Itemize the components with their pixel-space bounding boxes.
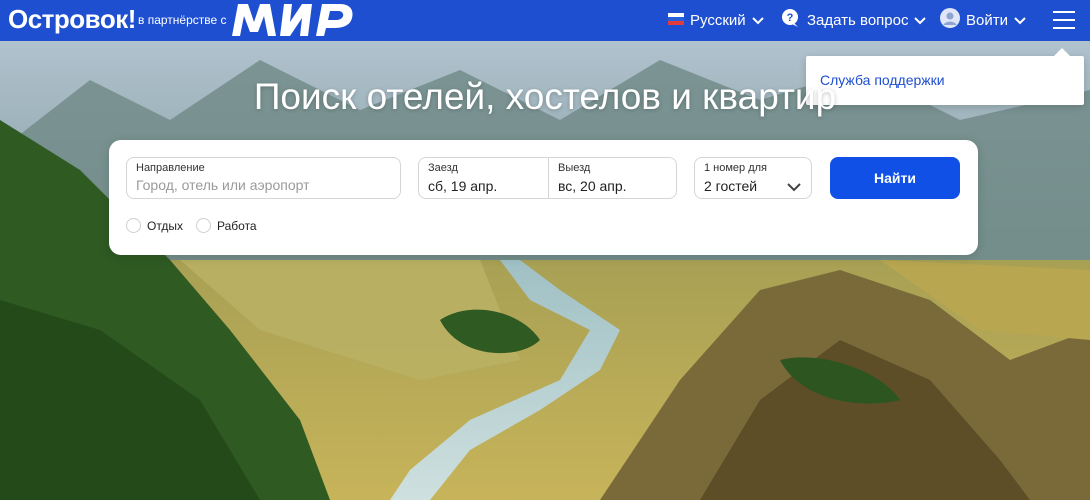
search-panel: Направление Заезд сб, 19 апр. Выезд вс, … [109, 140, 978, 255]
checkout-field[interactable]: Выезд вс, 20 апр. [549, 158, 678, 198]
partner-text: в партнёрстве с [138, 13, 227, 27]
language-selector[interactable]: Русский [668, 10, 764, 30]
mir-logo [232, 4, 353, 36]
login-label: Войти [966, 11, 1008, 29]
search-submit-button[interactable]: Найти [830, 157, 960, 199]
guests-selector[interactable]: 1 номер для 2 гостей [694, 157, 812, 199]
radio-circle-icon [196, 218, 211, 233]
trip-type-label: Работа [217, 218, 257, 233]
trip-type-leisure-radio[interactable]: Отдых [126, 218, 183, 233]
hamburger-menu-icon[interactable] [1053, 11, 1075, 29]
destination-input[interactable] [136, 177, 386, 193]
ask-question-button[interactable]: ? Задать вопрос [781, 8, 927, 32]
ask-question-label: Задать вопрос [807, 11, 909, 29]
page-title: Поиск отелей, хостелов и квартир [253, 76, 837, 117]
language-label: Русский [690, 11, 746, 29]
checkin-value: сб, 19 апр. [428, 178, 498, 194]
destination-field[interactable]: Направление [126, 157, 401, 199]
checkout-label: Выезд [558, 162, 591, 174]
chevron-down-icon [1014, 12, 1026, 29]
brand-logo[interactable]: Островок! [8, 4, 136, 35]
chevron-down-icon [787, 179, 801, 197]
trip-type-work-radio[interactable]: Работа [196, 218, 257, 233]
chevron-down-icon [751, 12, 764, 29]
question-bubble-icon: ? [781, 8, 801, 32]
checkout-value: вс, 20 апр. [558, 178, 627, 194]
trip-type-label: Отдых [147, 218, 184, 233]
destination-label: Направление [136, 162, 205, 174]
svg-text:?: ? [787, 12, 794, 24]
russia-flag-icon [668, 12, 684, 29]
dates-field: Заезд сб, 19 апр. Выезд вс, 20 апр. [418, 157, 677, 199]
checkin-field[interactable]: Заезд сб, 19 апр. [419, 158, 548, 198]
login-button[interactable]: Войти [940, 8, 1026, 32]
top-header: Островок! в партнёрстве с Русский ? Зада… [0, 0, 1090, 41]
chevron-down-icon [914, 12, 927, 29]
checkin-label: Заезд [428, 162, 458, 174]
user-avatar-icon [940, 8, 960, 32]
guests-label: 1 номер для [704, 162, 768, 174]
guests-value: 2 гостей [704, 178, 758, 194]
radio-circle-icon [126, 218, 141, 233]
